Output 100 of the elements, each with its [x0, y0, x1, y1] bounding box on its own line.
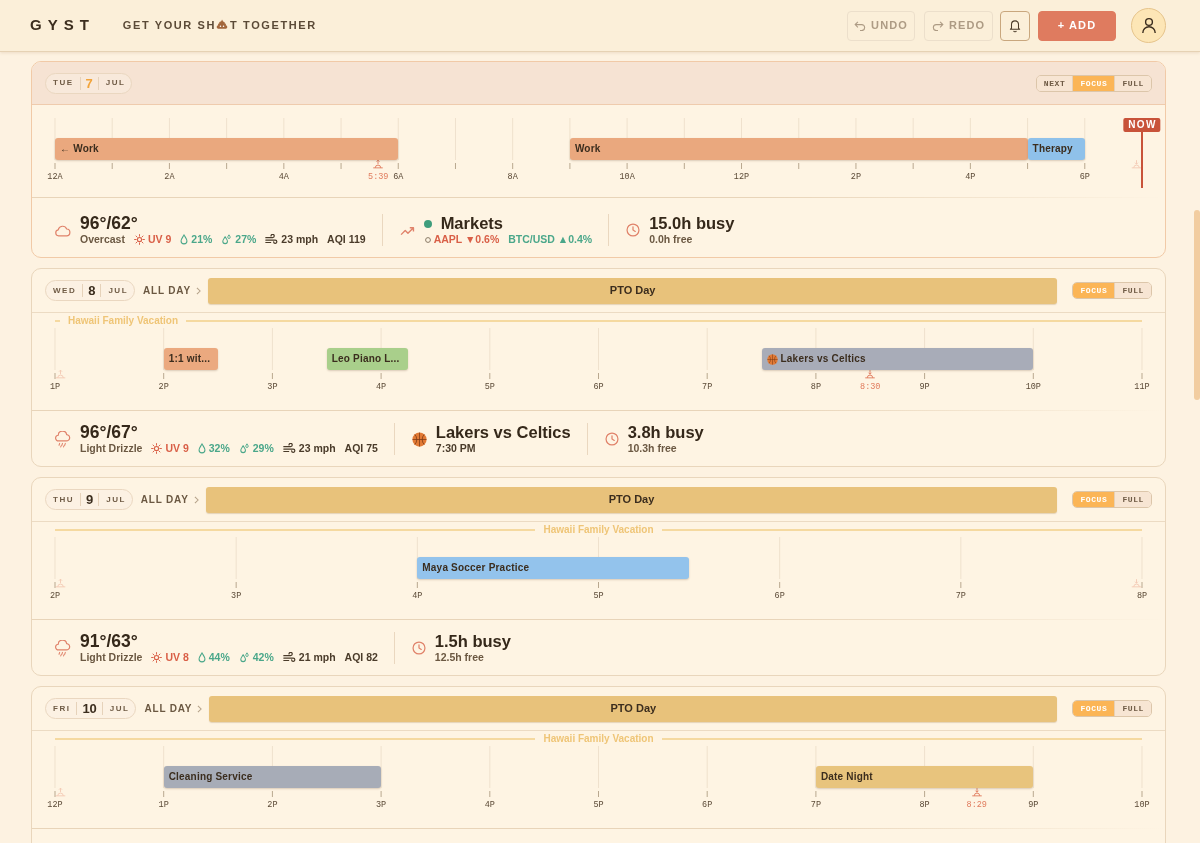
- hour-label: 9P: [919, 382, 930, 392]
- hour-label: 9P: [1028, 800, 1039, 810]
- redo-arrow-icon: [931, 20, 944, 31]
- bell-icon: [1008, 18, 1022, 33]
- hour-label: 3P: [231, 591, 242, 601]
- hour-label: 2P: [850, 172, 862, 182]
- hour-label: 5P: [593, 800, 604, 810]
- month-label: JUL: [108, 702, 131, 715]
- notifications-button[interactable]: [1000, 10, 1030, 41]
- hour-label: 5P: [484, 382, 495, 392]
- person-icon: [1140, 17, 1157, 34]
- timeline-event[interactable]: 1:1 wit...: [163, 348, 219, 370]
- precipitation-value: 29%: [252, 442, 274, 455]
- timeline-event[interactable]: Cleaning Service: [163, 766, 382, 788]
- date-number: 10: [76, 702, 103, 715]
- wind-icon: [282, 652, 296, 663]
- month-label: JUL: [104, 77, 127, 89]
- all-day-event[interactable]: PTO Day: [209, 695, 1058, 722]
- hour-label: 6P: [702, 800, 713, 810]
- humidity-value: 32%: [208, 442, 230, 455]
- hour-label: 2P: [158, 382, 169, 392]
- temperature-range: 96°/67°: [80, 423, 139, 442]
- timeline-event[interactable]: Maya Soccer Practice: [417, 557, 690, 579]
- hour-label: 2P: [267, 800, 278, 810]
- wind-speed: 23 mph: [298, 442, 336, 455]
- game-title: Lakers vs Celtics: [435, 423, 571, 442]
- timeline-event[interactable]: Work: [569, 138, 1028, 160]
- add-button[interactable]: + ADD: [1038, 10, 1116, 41]
- view-tab[interactable]: FULL: [1114, 701, 1151, 716]
- sun-icon: [151, 443, 163, 454]
- wind-speed: 21 mph: [298, 651, 336, 664]
- view-tab[interactable]: FULL: [1114, 283, 1151, 298]
- hour-label: 4P: [412, 591, 423, 601]
- view-tab[interactable]: FULL: [1114, 492, 1151, 507]
- weekday-label: THU: [52, 493, 75, 506]
- undo-arrow-icon: [854, 20, 867, 31]
- date-number: 8: [82, 284, 102, 297]
- hour-label: 11P: [1134, 382, 1150, 392]
- basketball-icon: [411, 431, 427, 447]
- droplet-icon: [197, 652, 206, 663]
- hour-label: 3P: [267, 382, 278, 392]
- temperature-range: 91°/63°: [80, 632, 139, 651]
- hour-label: 7P: [702, 382, 713, 392]
- timeline-event[interactable]: Lakers vs Celtics: [761, 348, 1034, 370]
- month-label: JUL: [105, 493, 127, 506]
- hour-label: 12P: [47, 800, 63, 810]
- hour-label: 1P: [158, 800, 169, 810]
- sun-time-label: 5:39: [368, 172, 389, 182]
- scrollbar-thumb[interactable]: [1194, 210, 1200, 400]
- all-day-label: ALL DAY: [140, 493, 189, 507]
- markets-title: Markets: [440, 214, 503, 233]
- uv-index: UV 9: [165, 442, 189, 455]
- trending-up-icon: [399, 224, 415, 236]
- sun-time-label: 8:29: [966, 800, 987, 810]
- chevron-right-icon: [193, 495, 199, 504]
- timeline-event[interactable]: ← Work: [55, 138, 399, 160]
- weekday-label: TUE: [52, 77, 75, 89]
- hour-label: 2A: [164, 172, 175, 182]
- tagline-text: T TOGETHER: [230, 18, 317, 34]
- clock-icon: [604, 432, 619, 446]
- hour-label: 7P: [955, 591, 966, 601]
- free-hours: 0.0h free: [649, 233, 694, 246]
- all-day-event[interactable]: PTO Day: [207, 277, 1058, 304]
- busy-hours: 1.5h busy: [434, 632, 511, 651]
- wind-speed: 23 mph: [281, 233, 319, 246]
- timeline-event[interactable]: Therapy: [1027, 138, 1085, 160]
- hour-label: 6P: [1079, 172, 1090, 182]
- hour-label: 3P: [376, 800, 387, 810]
- precipitation-value: 42%: [252, 651, 274, 664]
- free-hours: 10.3h free: [627, 442, 678, 455]
- air-quality: AQI 119: [327, 233, 366, 246]
- stock-change: AAPL ▼0.6%: [433, 233, 500, 246]
- droplets-icon: [221, 234, 233, 245]
- chevron-right-icon: [195, 286, 201, 295]
- timeline-event[interactable]: Leo Piano L...: [326, 348, 409, 370]
- hour-label: 12P: [733, 172, 750, 182]
- hour-label: 10P: [1025, 382, 1041, 392]
- droplet-icon: [180, 234, 189, 245]
- stock-change: BTC/USD ▲0.4%: [508, 233, 593, 246]
- all-day-event[interactable]: PTO Day: [205, 486, 1058, 513]
- view-tab[interactable]: FULL: [1114, 75, 1151, 91]
- hour-label: 12A: [47, 172, 63, 182]
- timeline-event[interactable]: Date Night: [815, 766, 1034, 788]
- status-dot-icon: [423, 219, 432, 228]
- all-day-label: ALL DAY: [144, 702, 193, 716]
- busy-hours: 3.8h busy: [627, 423, 704, 442]
- now-label: NOW: [1123, 118, 1161, 132]
- ring-icon: [424, 236, 431, 243]
- humidity-value: 44%: [208, 651, 230, 664]
- free-hours: 12.5h free: [434, 651, 485, 664]
- hour-label: 4P: [484, 800, 495, 810]
- air-quality: AQI 75: [344, 442, 378, 455]
- profile-button[interactable]: [1131, 8, 1166, 43]
- hour-label: 4P: [376, 382, 387, 392]
- sun-icon: [133, 234, 145, 245]
- droplet-icon: [197, 443, 206, 454]
- weather-condition: Overcast: [80, 233, 125, 246]
- hour-label: 5P: [593, 591, 604, 601]
- date-number: 9: [79, 493, 100, 506]
- humidity-value: 21%: [191, 233, 213, 246]
